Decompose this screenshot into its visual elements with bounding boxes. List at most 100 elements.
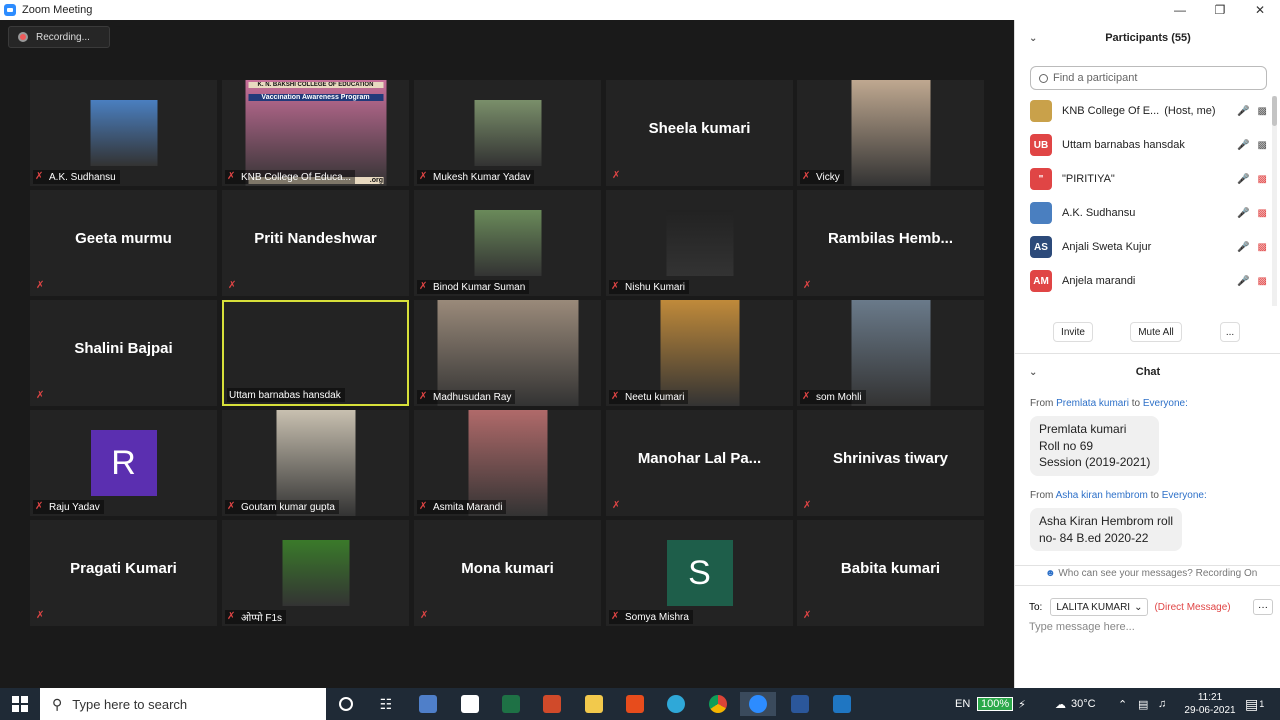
video-tile[interactable]: ✗ ओप्पो F1s [222,520,409,626]
participant-name-label: ✗ Madhusudan Ray [417,390,516,404]
participant-row[interactable]: AS Anjali Sweta Kujur 🎤 ▩ [1015,230,1271,264]
participant-scrollbar[interactable] [1272,96,1277,306]
mute-all-button[interactable]: Mute All [1130,322,1182,342]
chrome-icon[interactable] [700,692,736,716]
chat-message-input[interactable]: Type message here... [1029,621,1135,633]
video-tile[interactable]: Pragati Kumari ✗ [30,520,217,626]
participant-status-icons: 🎤 ▩ [1237,208,1267,219]
participants-more-button[interactable]: ... [1220,322,1240,342]
video-camera-icon: ▩ [1257,173,1267,185]
cortana-icon[interactable] [328,692,364,716]
video-tile[interactable]: Manohar Lal Pa... ✗ [606,410,793,516]
chat-header: ⌄ Chat [1015,354,1280,390]
video-tile[interactable]: Shalini Bajpai ✗ [30,300,217,406]
recipient-select[interactable]: LALITA KUMARI ⌄ [1050,598,1149,616]
maximize-button[interactable]: ❐ [1200,0,1240,20]
volume-icon[interactable]: ♫ [1158,688,1166,720]
excel-icon[interactable] [493,692,529,716]
close-button[interactable]: ✕ [1240,0,1280,20]
participant-video [851,80,930,186]
task-view-icon[interactable]: ☷ [368,692,404,716]
video-tile[interactable]: ✗ Mukesh Kumar Yadav [414,80,601,186]
start-button[interactable] [0,688,40,720]
file-explorer-icon[interactable] [576,692,612,716]
video-app-icon[interactable] [824,692,860,716]
word-icon[interactable] [782,692,818,716]
video-tile[interactable]: K. N. BAKSHI COLLEGE OF EDUCATION Vaccina… [222,80,409,186]
invite-button[interactable]: Invite [1053,322,1093,342]
chevron-down-icon[interactable]: ⌄ [1029,367,1037,378]
video-tile[interactable]: Shrinivas tiwary ✗ [797,410,984,516]
store-icon[interactable] [452,692,488,716]
microphone-icon: 🎤 [1237,139,1250,151]
chat-more-button[interactable]: ··· [1253,599,1273,615]
participant-row[interactable]: AM Anjela marandi 🎤 ▩ [1015,264,1271,298]
clock[interactable]: 11:21 29-06-2021 [1180,688,1240,720]
zoom-app-icon [4,4,16,16]
video-tile[interactable]: Priti Nandeshwar ✗ [222,190,409,296]
participant-name-label: ✗ Somya Mishra [609,610,693,624]
video-tile[interactable]: Geeta murmu ✗ [30,190,217,296]
network-icon[interactable]: ▤ [1138,688,1148,720]
chevron-down-icon[interactable]: ⌄ [1029,33,1037,44]
video-camera-icon: ▩ [1257,241,1267,253]
participant-name-label: ✗ Raju Yadav [33,500,104,514]
participant-role-tag: (Host, me) [1164,105,1216,117]
video-tile[interactable]: ✗ som Mohli [797,300,984,406]
video-tile[interactable]: ✗ Vicky [797,80,984,186]
video-tile[interactable]: ✗ Madhusudan Ray [414,300,601,406]
weather-indicator[interactable]: ☁ 30°C [1055,688,1096,720]
who-sees-link[interactable]: ☻ Who can see your messages? Recording O… [1045,568,1257,579]
video-tile[interactable]: ✗ Binod Kumar Suman [414,190,601,296]
video-tile[interactable]: ✗ Neetu kumari [606,300,793,406]
taskbar-search-input[interactable]: ⚲ Type here to search [40,688,326,720]
video-tile[interactable]: ✗ Asmita Marandi [414,410,601,516]
recording-label: Recording... [36,31,90,43]
video-tile[interactable]: Mona kumari ✗ [414,520,601,626]
edge-icon[interactable] [658,692,694,716]
video-tile[interactable]: S ✗ Somya Mishra [606,520,793,626]
to-label: To: [1029,601,1043,613]
notifications-button[interactable]: ▤ 1 [1245,688,1264,720]
participant-video [666,210,733,276]
participant-name-label: ✗ A.K. Sudhansu [33,170,120,184]
recording-indicator[interactable]: Recording... [8,26,110,48]
participant-row[interactable]: UB Uttam barnabas hansdak 🎤 ▩ [1015,128,1271,162]
participant-name: Uttam barnabas hansdak [229,389,341,401]
participant-row[interactable]: " "PIRITIYA" 🎤 ▩ [1015,162,1271,196]
app-icon[interactable] [410,692,446,716]
chat-sender[interactable]: Premlata kumari [1056,398,1129,409]
minimize-button[interactable]: — [1160,0,1200,20]
powerpoint-icon[interactable] [534,692,570,716]
mic-muted-icon: ✗ [36,610,45,621]
video-tile[interactable]: ✗ A.K. Sudhansu [30,80,217,186]
chat-sender[interactable]: Asha kiran hembrom [1056,490,1148,501]
zoom-taskbar-icon[interactable] [740,692,776,716]
tray-chevron-up-icon[interactable]: ⌃ [1118,688,1127,720]
participant-name-label: ✗ Vicky [800,170,844,184]
chat-message-bubble: Premlata kumari Roll no 69 Session (2019-2… [1030,416,1160,476]
recipient-row: To: LALITA KUMARI ⌄ (Direct Message) ··· [1029,597,1273,617]
video-tile[interactable]: R ✗ Raju Yadav [30,410,217,516]
mic-muted-icon: ✗ [803,280,812,291]
participant-row[interactable]: A.K. Sudhansu 🎤 ▩ [1015,196,1271,230]
participant-name: A.K. Sudhansu [1062,207,1136,219]
mic-muted-icon: ✗ [802,391,811,402]
video-tile[interactable]: Uttam barnabas hansdak [222,300,409,406]
window-title: Zoom Meeting [22,4,93,16]
office-icon[interactable] [617,692,653,716]
video-tile[interactable]: Babita kumari ✗ [797,520,984,626]
participant-status-icons: 🎤 ▩ [1237,276,1267,287]
battery-indicator[interactable]: 100% ⚡ [977,688,1026,720]
video-tile[interactable]: Sheela kumari ✗ [606,80,793,186]
video-tile[interactable]: ✗ Goutam kumar gupta [222,410,409,516]
video-tile[interactable]: ✗ Nishu Kumari [606,190,793,296]
video-camera-icon: ▩ [1257,105,1267,117]
participant-search-input[interactable]: Find a participant [1030,66,1267,90]
video-tile[interactable]: Rambilas Hemb... ✗ [797,190,984,296]
windows-icon [12,696,28,712]
participant-row[interactable]: KNB College Of E... (Host, me) 🎤 ▩ [1015,96,1271,128]
participant-name: KNB College Of Educa... [241,171,352,183]
participant-list-name: KNB College Of E... (Host, me) [1062,105,1216,117]
language-indicator[interactable]: EN [955,688,970,720]
